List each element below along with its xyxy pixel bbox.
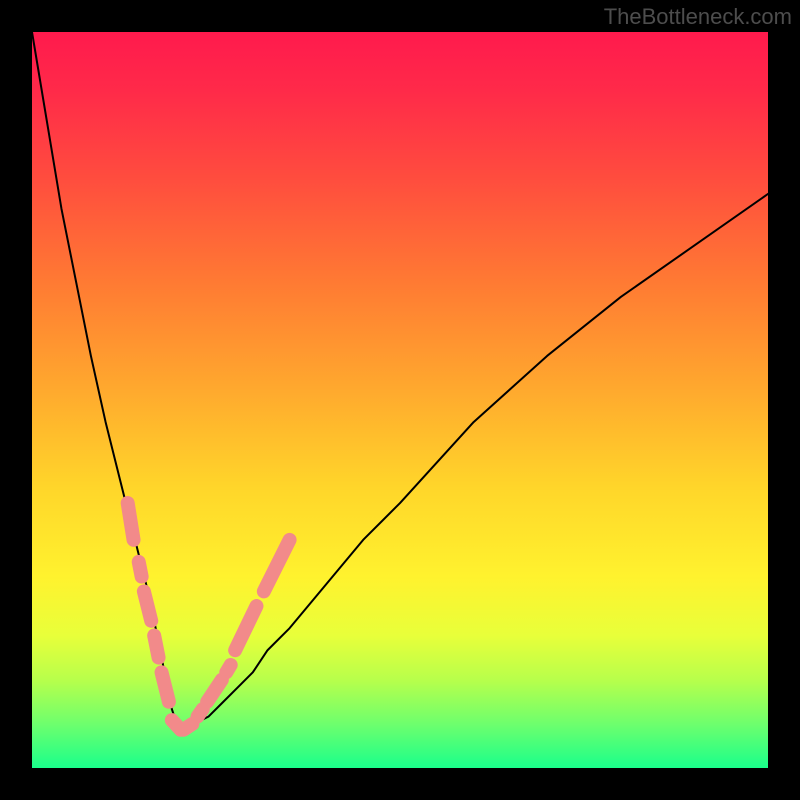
highlight-pill [264,540,290,592]
highlight-pill [226,665,230,672]
highlight-layer [32,32,768,768]
highlight-pill [198,709,203,716]
plot-area [32,32,768,768]
highlight-pill [128,503,134,540]
highlight-pill [144,591,151,620]
highlight-pill [184,724,193,730]
chart-frame: TheBottleneck.com [0,0,800,800]
highlight-pill [154,636,158,658]
highlight-pill [139,562,142,577]
highlight-pill [162,672,169,701]
highlight-pill [235,606,256,650]
highlight-pill [207,680,222,702]
watermark-text: TheBottleneck.com [604,4,792,30]
highlight-pills [128,503,290,730]
